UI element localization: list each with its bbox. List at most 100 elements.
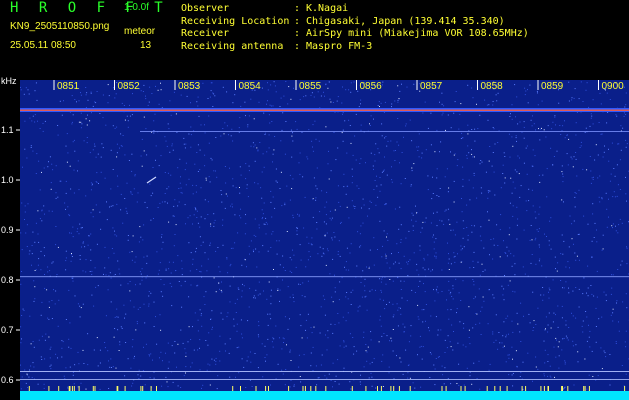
noise-dot — [538, 228, 540, 230]
noise-dot — [239, 215, 241, 217]
noise-dot — [425, 217, 427, 219]
noise-dot — [322, 248, 324, 250]
noise-dot — [578, 189, 580, 191]
noise-dot — [363, 331, 365, 333]
noise-dot — [239, 166, 241, 168]
noise-dot — [170, 272, 172, 274]
noise-dot — [309, 256, 311, 258]
noise-dot — [65, 260, 67, 262]
noise-dot — [82, 241, 84, 243]
noise-dot — [348, 89, 350, 91]
noise-dot — [92, 149, 94, 151]
noise-dot — [537, 104, 539, 106]
noise-dot — [525, 200, 527, 202]
noise-dot — [606, 92, 608, 94]
noise-dot — [155, 145, 157, 147]
noise-dot — [148, 101, 150, 103]
noise-dot — [168, 261, 170, 263]
noise-dot — [164, 201, 166, 203]
noise-dot — [381, 360, 383, 362]
noise-dot — [371, 385, 373, 387]
noise-dot — [213, 277, 215, 279]
noise-dot — [535, 356, 537, 358]
noise-dot — [511, 265, 513, 267]
noise-dot — [542, 299, 544, 301]
noise-dot — [397, 325, 399, 327]
noise-dot — [244, 101, 246, 103]
noise-dot — [420, 386, 422, 388]
noise-dot — [473, 175, 475, 176]
noise-dot — [247, 356, 249, 358]
noise-dot — [488, 219, 490, 221]
noise-dot — [341, 277, 343, 279]
noise-dot — [356, 350, 358, 352]
noise-dot — [430, 144, 432, 146]
noise-dot — [142, 91, 144, 92]
noise-dot — [494, 143, 496, 145]
noise-dot — [49, 365, 51, 367]
noise-dot — [516, 312, 518, 314]
noise-dot — [340, 221, 342, 223]
noise-dot — [453, 154, 455, 156]
info-value: Maspro FM-3 — [306, 40, 373, 52]
noise-dot — [373, 264, 375, 266]
noise-dot — [468, 179, 470, 181]
noise-dot — [58, 299, 60, 301]
noise-dot — [596, 241, 598, 243]
noise-dot — [80, 94, 82, 96]
noise-dot — [110, 301, 112, 303]
noise-dot — [546, 236, 547, 237]
noise-dot — [34, 241, 36, 243]
noise-dot — [610, 173, 612, 175]
noise-dot — [153, 218, 154, 219]
y-tick-label: 0.6 — [1, 375, 14, 385]
noise-dot — [34, 121, 36, 123]
noise-dot — [272, 161, 273, 163]
noise-dot — [614, 196, 616, 198]
noise-dot — [69, 366, 71, 368]
noise-dot — [92, 105, 94, 107]
noise-dot — [424, 291, 426, 293]
noise-dot — [279, 106, 281, 107]
noise-dot — [423, 257, 425, 259]
noise-dot — [169, 282, 171, 284]
noise-dot — [258, 325, 260, 327]
noise-dot — [40, 250, 42, 252]
noise-dot — [342, 112, 344, 114]
noise-dot — [603, 291, 605, 293]
noise-dot — [255, 289, 257, 291]
noise-dot — [602, 234, 604, 236]
noise-dot — [202, 82, 204, 84]
noise-dot — [242, 283, 243, 285]
noise-dot — [239, 187, 240, 188]
noise-dot — [326, 377, 328, 379]
noise-dot — [94, 101, 96, 103]
noise-dot — [461, 132, 463, 134]
noise-dot — [338, 299, 340, 301]
noise-dot — [492, 333, 494, 335]
noise-dot — [279, 264, 281, 266]
info-separator: : — [294, 40, 301, 52]
noise-dot — [411, 140, 413, 142]
noise-dot — [202, 384, 204, 386]
noise-dot — [463, 246, 465, 248]
noise-dot — [394, 208, 396, 210]
noise-dot — [529, 239, 531, 241]
baseline-spike — [499, 386, 501, 391]
noise-dot — [160, 155, 162, 157]
noise-dot — [125, 207, 127, 209]
noise-dot — [284, 270, 286, 271]
noise-dot — [365, 162, 366, 164]
noise-dot — [561, 171, 563, 173]
noise-dot — [80, 227, 82, 229]
noise-dot — [229, 301, 231, 303]
noise-dot — [137, 374, 139, 376]
noise-dot — [330, 101, 332, 103]
noise-dot — [619, 159, 621, 161]
noise-dot — [586, 169, 588, 171]
noise-dot — [293, 301, 295, 303]
noise-dot — [50, 364, 52, 366]
noise-dot — [178, 188, 180, 189]
noise-dot — [194, 312, 196, 314]
noise-dot — [462, 220, 464, 222]
